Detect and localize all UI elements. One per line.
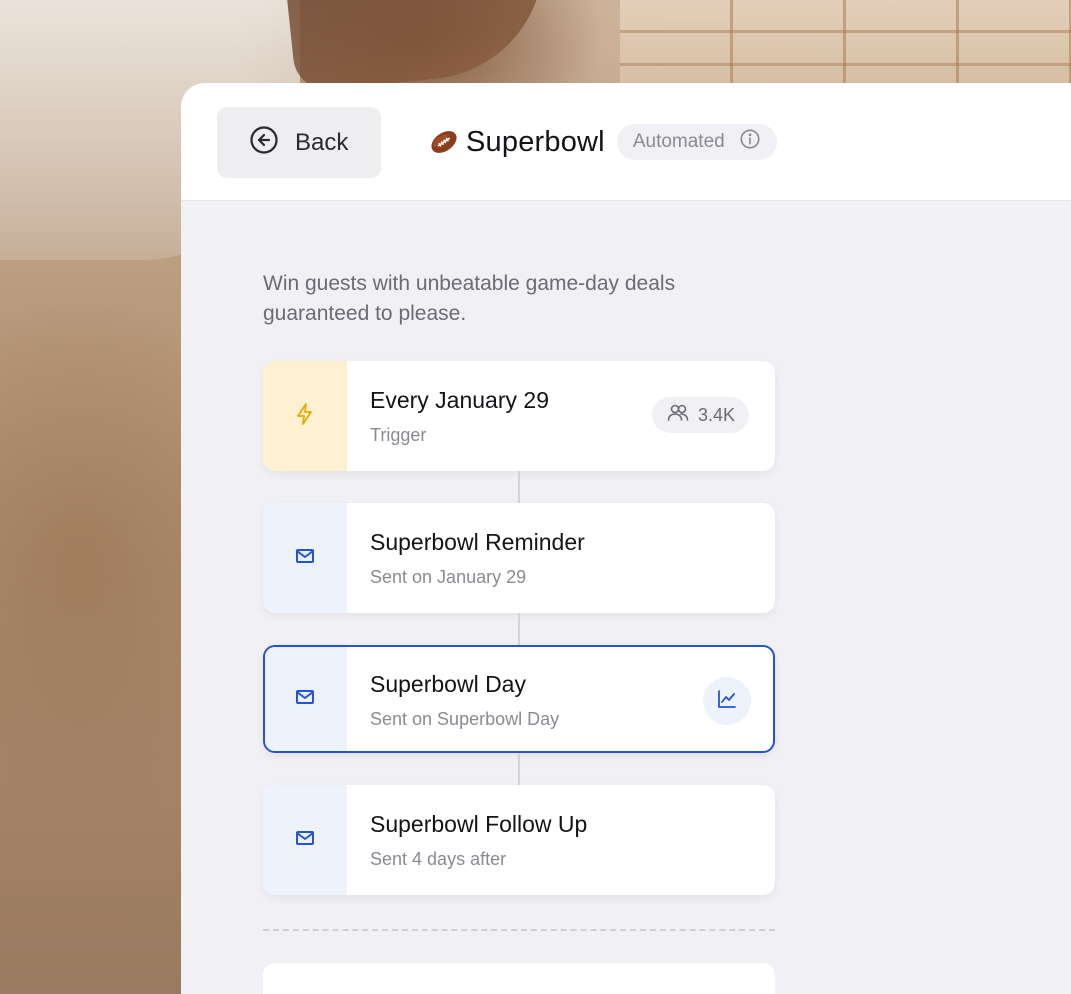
flow-connector (518, 753, 520, 785)
mail-icon (293, 685, 317, 714)
background-tiles (620, 0, 1071, 85)
trigger-subtitle: Trigger (370, 425, 427, 445)
step-title: Superbowl Follow Up (370, 811, 588, 837)
step-subtitle: Sent on January 29 (370, 567, 527, 587)
flow-connector (518, 613, 520, 645)
flow-connector (518, 471, 520, 503)
step-subtitle: Sent on Superbowl Day (370, 709, 560, 729)
section-divider (263, 929, 775, 931)
title-group: Superbowl Automated (428, 119, 777, 165)
step-title: Superbowl Day (370, 671, 526, 697)
back-button-label: Back (295, 128, 349, 156)
football-icon (428, 126, 460, 158)
analytics-button[interactable] (703, 677, 751, 725)
email-step-card[interactable]: Superbowl Reminder Sent on January 29 (263, 503, 775, 613)
trigger-card[interactable]: Every January 29 Trigger 3.4K (263, 361, 775, 471)
mail-icon (293, 544, 317, 573)
line-chart-icon (715, 687, 739, 716)
users-icon (666, 401, 690, 430)
automation-description: Win guests with unbeatable game-day deal… (263, 272, 676, 325)
page-title: Superbowl (466, 125, 605, 158)
status-badge: Automated (616, 124, 777, 160)
status-badge-label: Automated (632, 131, 725, 152)
audience-count-badge: 3.4K (651, 397, 749, 433)
mail-icon (293, 826, 317, 855)
arrow-left-circle-icon (249, 125, 279, 160)
next-section-card[interactable] (263, 963, 775, 994)
automation-panel: Back Superbowl Automated Win guests with… (181, 83, 1071, 994)
email-step-card-selected[interactable]: Superbowl Day Sent on Superbowl Day (263, 645, 775, 753)
email-icon-area (263, 785, 347, 895)
lightning-icon (293, 402, 317, 431)
trigger-icon-area (263, 361, 347, 471)
info-icon[interactable] (739, 128, 761, 156)
audience-count: 3.4K (697, 404, 735, 425)
email-icon-area (263, 503, 347, 613)
email-icon-area (265, 647, 347, 751)
back-button[interactable]: Back (217, 107, 381, 178)
trigger-title: Every January 29 (370, 387, 549, 413)
email-step-card[interactable]: Superbowl Follow Up Sent 4 days after (263, 785, 775, 895)
header: Back Superbowl Automated (181, 83, 1071, 201)
step-title: Superbowl Reminder (370, 529, 585, 555)
step-subtitle: Sent 4 days after (370, 849, 507, 869)
